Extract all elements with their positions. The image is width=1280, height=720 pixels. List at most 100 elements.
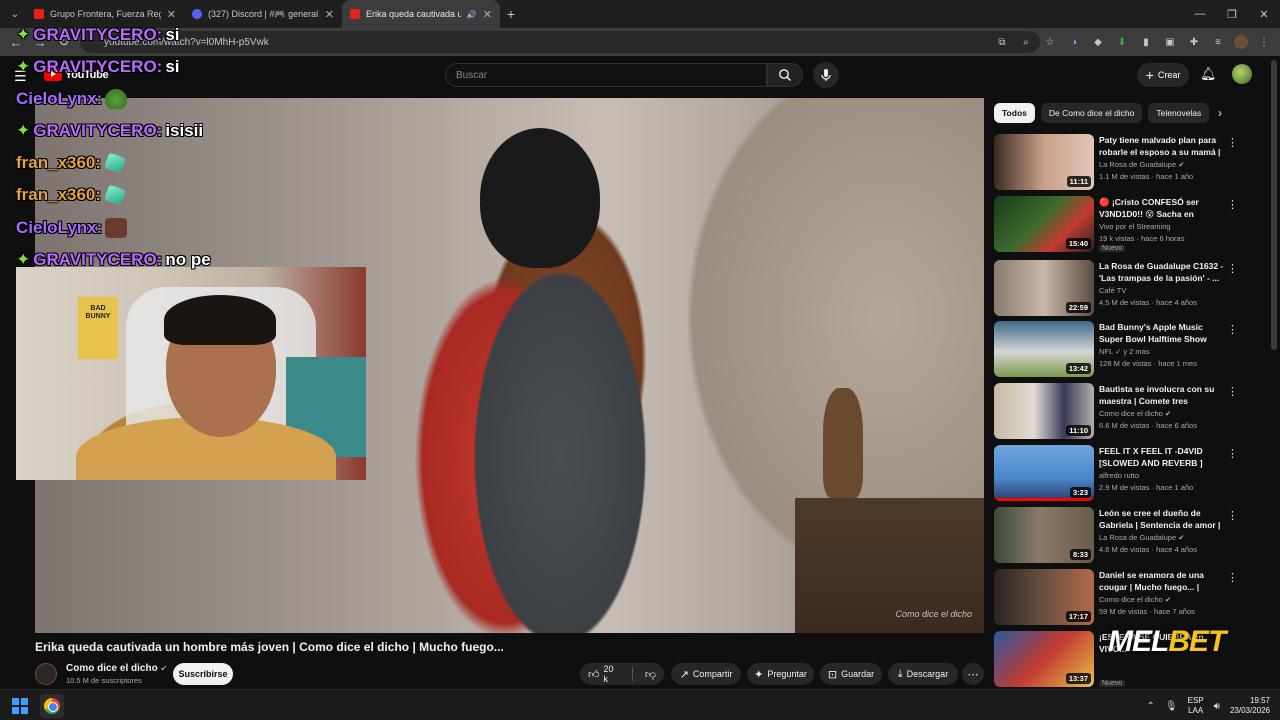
chat-text: isisii	[165, 121, 204, 140]
more-vertical-icon[interactable]: ⋮	[1227, 447, 1238, 460]
video-duration: 11:11	[1066, 176, 1091, 187]
recommended-video[interactable]: 13:42 Bad Bunny's Apple Music Super Bowl…	[994, 321, 1244, 377]
verified-icon: ✔	[1178, 533, 1185, 542]
language-region: LAA	[1188, 706, 1204, 715]
minimize-icon[interactable]: —	[1184, 8, 1216, 20]
video-thumbnail[interactable]: 22:59	[994, 260, 1094, 316]
chip-telenovelas[interactable]: Telenovelas	[1148, 103, 1210, 123]
video-title: 🔴 ¡Cristo CONFESÓ ser V3ND1D0!! 😵 Sacha …	[1099, 197, 1199, 221]
install-icon[interactable]: ⧉	[994, 34, 1010, 50]
extensions-puzzle-icon[interactable]: ✚	[1186, 34, 1202, 50]
search-button[interactable]	[767, 63, 803, 87]
close-window-icon[interactable]: ✕	[1248, 8, 1280, 21]
create-label: Crear	[1157, 70, 1181, 80]
menu-dots-icon[interactable]: ⋮	[1256, 34, 1272, 50]
clock[interactable]: 19:57 23/03/2026	[1230, 696, 1270, 716]
zoom-icon[interactable]: ⌕	[1018, 34, 1034, 50]
dislike-button[interactable]: 👎︎	[637, 663, 664, 685]
save-button[interactable]: ⊡ Guardar	[820, 663, 882, 685]
windows-start-icon[interactable]	[12, 698, 28, 714]
recommended-video[interactable]: 11:10 Bautista se involucra con su maest…	[994, 383, 1244, 439]
video-thumbnail[interactable]: 8:33	[994, 507, 1094, 563]
extension-icon[interactable]: ◆	[1090, 34, 1106, 50]
video-title: Bad Bunny's Apple Music Super Bowl Halft…	[1099, 322, 1207, 344]
chrome-taskbar-button[interactable]	[40, 694, 64, 718]
voice-search-button[interactable]	[813, 62, 839, 88]
recommended-video[interactable]: 8:33 León se cree el dueño de Gabriela |…	[994, 507, 1244, 563]
more-vertical-icon[interactable]: ⋮	[1227, 136, 1238, 149]
recommended-video[interactable]: 3:23 FEEL IT X FEEL IT -D4VID [SLOWED AN…	[994, 445, 1244, 501]
video-channel: Como dice el dicho ✔	[1099, 595, 1171, 604]
sub-star-icon: ✦	[16, 121, 31, 140]
chip-todos[interactable]: Todos	[994, 103, 1035, 123]
toolbar-icons: ⧉ ⌕ ☆ ◑ ◆ ⬇ ▮ ▣ ✚ ≡ ⋮	[994, 28, 1272, 56]
video-thumbnail[interactable]: 3:23	[994, 445, 1094, 501]
recommended-video[interactable]: 11:11 Paty tiene malvado plan para robar…	[994, 134, 1244, 190]
more-vertical-icon[interactable]: ⋮	[1227, 198, 1238, 211]
channel-name[interactable]: Como dice el dicho ✔	[66, 663, 167, 674]
video-thumbnail[interactable]: 17:17	[994, 569, 1094, 625]
share-button[interactable]: ↗ Compartir	[671, 663, 741, 685]
chevron-right-icon[interactable]: ›	[1210, 104, 1230, 122]
extension-green-icon[interactable]: ⬇	[1114, 34, 1130, 50]
notifications-bell-icon[interactable]: 🔔︎	[1200, 66, 1217, 82]
speaker-icon[interactable]: 🔊	[467, 10, 477, 19]
ask-label: Preguntar	[767, 669, 807, 679]
subscribe-button[interactable]: Suscribirse	[173, 663, 233, 685]
window-controls: — ❐ ✕	[1184, 0, 1280, 28]
video-title: Paty tiene malvado plan para robarle el …	[1099, 135, 1221, 159]
ask-button[interactable]: ✦ Preguntar	[747, 663, 814, 685]
close-icon[interactable]: ✕	[167, 8, 176, 21]
video-thumbnail[interactable]: 13:42	[994, 321, 1094, 377]
recommended-video[interactable]: 22:59 La Rosa de Guadalupe C1632 - 'Las …	[994, 260, 1244, 316]
video-thumbnail[interactable]: 11:11	[994, 134, 1094, 190]
chat-message: ✦ GRAVITYCERO: isisii	[16, 120, 203, 142]
microphone-tray-icon[interactable]: 🎙︎	[1165, 701, 1178, 712]
translate-icon[interactable]: ◑	[1066, 34, 1082, 50]
restore-icon[interactable]: ❐	[1216, 8, 1248, 21]
video-thumbnail[interactable]: 15:40	[994, 196, 1094, 252]
search-input[interactable]: Buscar	[445, 63, 767, 87]
channel-avatar[interactable]	[35, 663, 57, 685]
create-button[interactable]: + Crear	[1137, 63, 1189, 87]
tab-search-icon[interactable]: ⌄	[4, 3, 26, 25]
download-button[interactable]: ⤓ Descargar	[888, 663, 958, 685]
recommended-video[interactable]: 15:40 🔴 ¡Cristo CONFESÓ ser V3ND1D0!! 😵 …	[994, 196, 1244, 252]
extension-lock-icon[interactable]: ▮	[1138, 34, 1154, 50]
page-scrollbar[interactable]	[1271, 60, 1277, 350]
thumbs-down-icon: 👎︎	[644, 668, 656, 681]
video-duration: 22:59	[1065, 302, 1091, 313]
chevron-up-icon[interactable]: ⌃	[1147, 701, 1155, 712]
extension-game-icon[interactable]: ▣	[1162, 34, 1178, 50]
close-icon[interactable]: ✕	[325, 8, 334, 21]
volume-icon[interactable]: 🔊︎	[1214, 701, 1220, 712]
more-vertical-icon[interactable]: ⋮	[1227, 262, 1238, 275]
recommended-video[interactable]: 17:17 Daniel se enamora de una cougar | …	[994, 569, 1244, 625]
like-button[interactable]: 👍︎ 20 k	[580, 663, 628, 685]
video-thumbnail[interactable]: 11:10	[994, 383, 1094, 439]
video-thumbnail[interactable]: 13:37	[994, 631, 1094, 687]
tab-erika-video[interactable]: Erika queda cautivada un h 🔊 ✕	[342, 0, 500, 28]
bookmark-star-icon[interactable]: ☆	[1042, 34, 1058, 50]
video-meta: 2.9 M de vistas · hace 1 año	[1099, 483, 1194, 492]
gem-emote-icon	[104, 152, 127, 174]
more-actions-button[interactable]: ⋯	[962, 663, 984, 685]
more-vertical-icon[interactable]: ⋮	[1227, 571, 1238, 584]
more-vertical-icon[interactable]: ⋮	[1227, 385, 1238, 398]
webcam-hair	[164, 295, 276, 345]
close-icon[interactable]: ✕	[483, 8, 492, 21]
verified-icon: ✔	[1164, 595, 1172, 604]
more-vertical-icon[interactable]: ⋮	[1227, 509, 1238, 522]
address-bar[interactable]: youtube.com/watch?v=l0MhH-p5Vwk	[80, 31, 1040, 53]
profile-avatar[interactable]	[1234, 35, 1248, 49]
input-language[interactable]: ESP LAA	[1188, 696, 1204, 716]
more-vertical-icon[interactable]: ⋮	[1227, 323, 1238, 336]
new-tab-button[interactable]: +	[500, 6, 522, 22]
reading-list-icon[interactable]: ≡	[1210, 34, 1226, 50]
user-avatar[interactable]	[1232, 64, 1252, 84]
tab-discord[interactable]: (327) Discord | #🎮 general | ✕	[184, 0, 342, 28]
sparkle-icon: ✦	[754, 668, 764, 681]
video-duration: 13:37	[1065, 673, 1091, 684]
chip-de-como-dice-el-dicho[interactable]: De Como dice el dicho	[1040, 103, 1143, 123]
webcam-poster: BAD BUNNY	[78, 297, 118, 359]
